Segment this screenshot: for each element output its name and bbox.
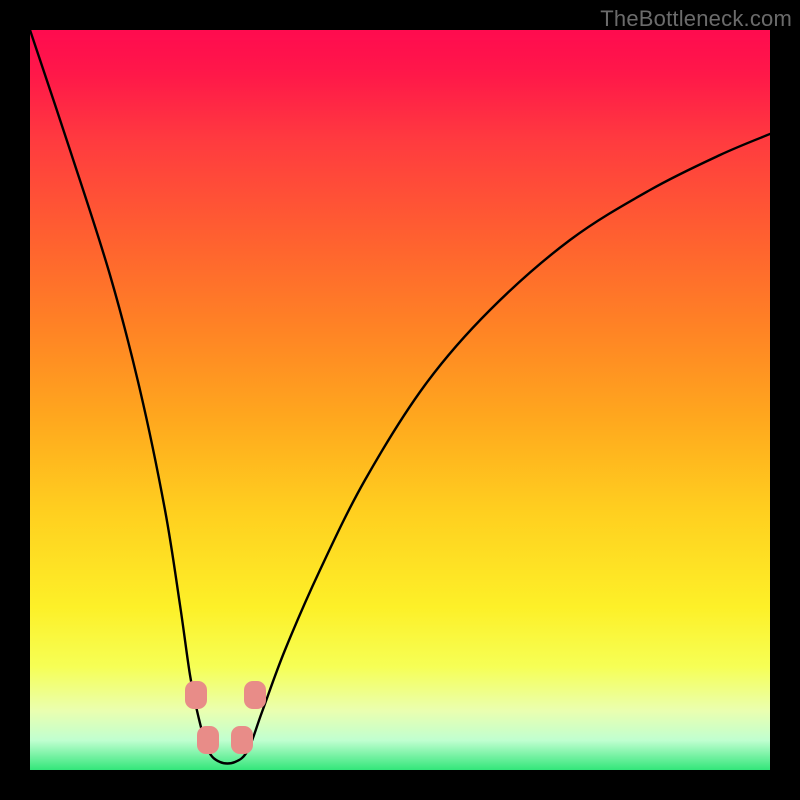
watermark-text: TheBottleneck.com: [600, 6, 792, 32]
curve-marker: [244, 681, 266, 709]
curve-marker: [185, 681, 207, 709]
curve-marker: [197, 726, 219, 754]
curve-marker: [231, 726, 253, 754]
plot-area: [30, 30, 770, 770]
curve-markers: [30, 30, 770, 770]
